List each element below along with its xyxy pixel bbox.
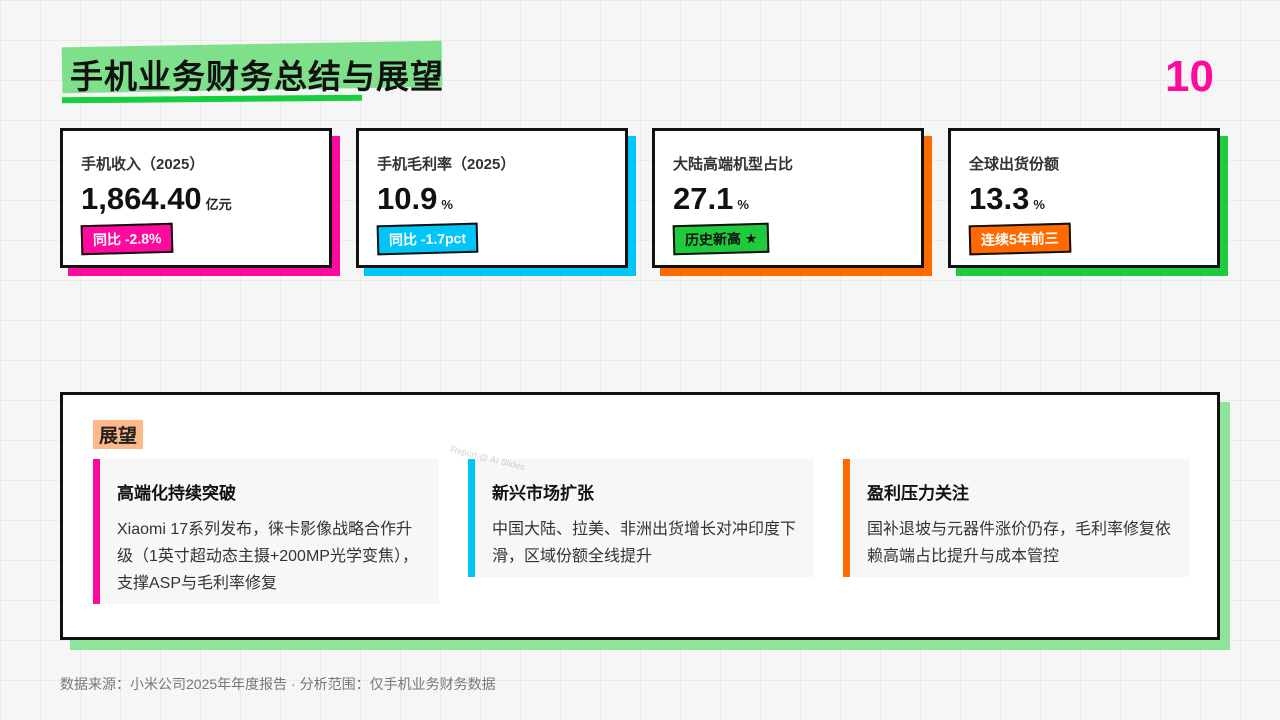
kpi-label: 手机收入（2025） <box>81 156 205 173</box>
kpi-value: 13.3 <box>969 181 1030 216</box>
kpi-value: 10.9 <box>377 181 438 216</box>
kpi-tag: 连续5年前三 <box>968 222 1072 256</box>
outlook-card-emerging-markets: 新兴市场扩张 中国大陆、拉美、非洲出货增长对冲印度下滑，区域份额全线提升 <box>468 459 814 577</box>
kpi-card-body: 手机毛利率（2025） 10.9% 同比 -1.7pct <box>356 128 628 268</box>
outlook-card-heading: 盈利压力关注 <box>867 484 969 503</box>
kpi-card-shipment-share: 全球出货份额 13.3% 连续5年前三 <box>948 128 1228 276</box>
outlook-section: 展望 高端化持续突破 Xiaomi 17系列发布，徕卡影像战略合作升级（1英寸超… <box>60 392 1230 650</box>
kpi-label: 手机毛利率（2025） <box>377 156 516 173</box>
page-number: 10 <box>1165 52 1214 101</box>
kpi-card-gross-margin: 手机毛利率（2025） 10.9% 同比 -1.7pct <box>356 128 636 276</box>
outlook-panel: 展望 高端化持续突破 Xiaomi 17系列发布，徕卡影像战略合作升级（1英寸超… <box>60 392 1220 640</box>
page-title: 手机业务财务总结与展望 <box>70 58 444 95</box>
kpi-card-body: 大陆高端机型占比 27.1% 历史新高 ★ <box>652 128 924 268</box>
outlook-card-heading: 新兴市场扩张 <box>492 484 594 503</box>
kpi-card-body: 手机收入（2025） 1,864.40 亿元 同比 -2.8% <box>60 128 332 268</box>
outlook-card-profit-pressure: 盈利压力关注 国补退坡与元器件涨价仍存，毛利率修复依赖高端占比提升与成本管控 <box>843 459 1189 577</box>
kpi-unit: % <box>1033 197 1045 212</box>
kpi-unit: % <box>441 197 453 212</box>
kpi-card-revenue: 手机收入（2025） 1,864.40 亿元 同比 -2.8% <box>60 128 340 276</box>
outlook-card-accent-bar <box>93 459 100 604</box>
kpi-tag: 历史新高 ★ <box>672 222 770 256</box>
outlook-card-text: Xiaomi 17系列发布，徕卡影像战略合作升级（1英寸超动态主摄+200MP光… <box>117 521 418 592</box>
title-block: 手机业务财务总结与展望 <box>61 40 454 98</box>
kpi-tag: 同比 -1.7pct <box>376 222 479 256</box>
outlook-card-text: 中国大陆、拉美、非洲出货增长对冲印度下滑，区域份额全线提升 <box>492 521 797 565</box>
outlook-title: 展望 <box>93 420 144 449</box>
source-footnote: 数据来源：小米公司2025年年度报告 · 分析范围：仅手机业务财务数据 <box>60 676 496 692</box>
kpi-value: 27.1 <box>673 181 734 216</box>
kpi-card-body: 全球出货份额 13.3% 连续5年前三 <box>948 128 1220 268</box>
outlook-card-accent-bar <box>843 459 850 577</box>
outlook-card-accent-bar <box>468 459 475 577</box>
kpi-unit: % <box>737 197 749 212</box>
kpi-unit: 亿元 <box>205 197 232 212</box>
kpi-value: 1,864.40 <box>81 181 202 216</box>
outlook-card-premium: 高端化持续突破 Xiaomi 17系列发布，徕卡影像战略合作升级（1英寸超动态主… <box>93 459 439 604</box>
kpi-label: 大陆高端机型占比 <box>673 156 794 173</box>
kpi-card-premium-share: 大陆高端机型占比 27.1% 历史新高 ★ <box>652 128 932 276</box>
outlook-card-text: 国补退坡与元器件涨价仍存，毛利率修复依赖高端占比提升与成本管控 <box>867 521 1172 565</box>
kpi-label: 全球出货份额 <box>969 156 1060 173</box>
outlook-card-heading: 高端化持续突破 <box>117 484 236 503</box>
title-underline <box>61 94 363 104</box>
kpi-tag: 同比 -2.8% <box>80 222 174 256</box>
